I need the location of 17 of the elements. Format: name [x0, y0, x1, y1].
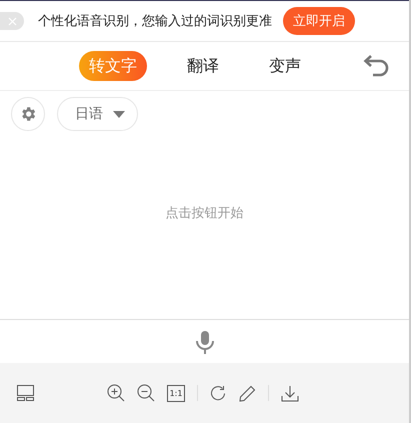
layout-icon[interactable]: [17, 385, 34, 401]
mode-tab[interactable]: 变声: [259, 51, 311, 81]
banner-message: 个性化语音识别，您输入过的词识别更准: [38, 13, 272, 30]
pencil-icon[interactable]: [239, 384, 256, 402]
download-icon[interactable]: [281, 384, 299, 402]
actual-size-button[interactable]: 1:1: [167, 384, 185, 402]
zoom-in-icon[interactable]: [107, 384, 125, 402]
caret-icon: [113, 110, 125, 118]
undo-icon[interactable]: [363, 55, 389, 77]
zoom-out-icon[interactable]: [137, 384, 155, 402]
mode-tab[interactable]: 翻译: [177, 51, 229, 81]
close-icon: [8, 16, 16, 26]
microphone-icon[interactable]: [194, 330, 214, 354]
rotate-icon[interactable]: [210, 384, 227, 402]
settings-button[interactable]: [11, 97, 45, 131]
language-dropdown[interactable]: 日语: [57, 97, 138, 131]
hint-text: 点击按钮开始: [166, 205, 244, 222]
